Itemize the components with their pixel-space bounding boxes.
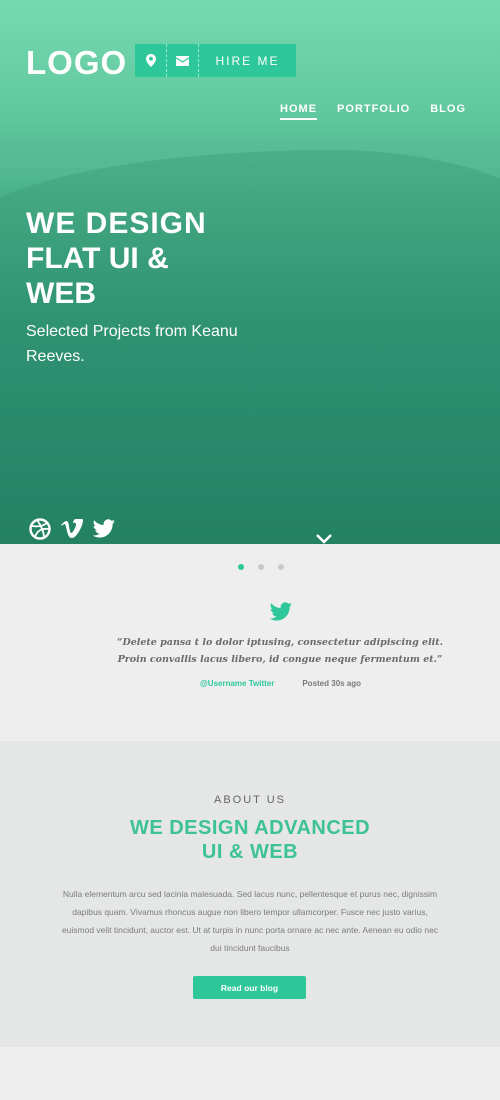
about-title: WE DESIGN ADVANCED UI & WEB bbox=[0, 816, 500, 864]
headline-ampersand: & bbox=[138, 242, 169, 275]
contact-bar: HIRE ME bbox=[135, 44, 296, 77]
nav-item-home[interactable]: HOME bbox=[280, 103, 318, 120]
dribbble-icon[interactable] bbox=[28, 517, 52, 541]
hero-subtitle: Selected Projects from Keanu Reeves. bbox=[26, 323, 238, 365]
about-body-text: Nulla elementum arcu sed lacinia malesua… bbox=[61, 889, 439, 953]
hire-me-button[interactable]: HIRE ME bbox=[199, 54, 296, 68]
headline-line-1: WE DESIGN bbox=[26, 207, 207, 240]
headline-line-2: FLAT UI & bbox=[26, 241, 207, 276]
testimonial-slider: “Delete pansa t lo dolor iptusing, conse… bbox=[0, 544, 500, 741]
email-icon[interactable] bbox=[167, 44, 199, 77]
testimonial-meta: @Username Twitter Posted 30s ago bbox=[200, 679, 361, 688]
headline-flat-ui: FLAT UI bbox=[26, 242, 139, 275]
testimonial-timestamp: Posted 30s ago bbox=[302, 679, 362, 688]
about-title-line-2: UI & WEB bbox=[201, 841, 299, 863]
about-title-line-1: WE DESIGN ADVANCED bbox=[129, 817, 371, 839]
vimeo-icon[interactable] bbox=[60, 517, 84, 541]
twitter-icon[interactable] bbox=[92, 517, 116, 541]
about-section: ABOUT US WE DESIGN ADVANCED UI & WEB Nul… bbox=[0, 741, 500, 1047]
slider-dot-2[interactable] bbox=[258, 564, 264, 570]
slider-dots bbox=[238, 564, 284, 570]
testimonial-username-link[interactable]: @Username Twitter bbox=[200, 679, 274, 688]
footer-strip bbox=[0, 1047, 500, 1100]
main-nav: HOME PORTFOLIO BLOG bbox=[280, 103, 466, 120]
twitter-bird-icon bbox=[269, 602, 293, 622]
slider-dot-3[interactable] bbox=[278, 564, 284, 570]
slider-dot-1[interactable] bbox=[238, 564, 244, 570]
testimonial-quote: “Delete pansa t lo dolor iptusing, conse… bbox=[117, 637, 443, 665]
chevron-down-icon[interactable] bbox=[316, 532, 332, 544]
hero-headline: WE DESIGN FLAT UI & WEB bbox=[26, 206, 207, 311]
read-blog-button[interactable]: Read our blog bbox=[193, 976, 306, 999]
nav-item-portfolio[interactable]: PORTFOLIO bbox=[337, 103, 410, 120]
social-links bbox=[28, 517, 116, 541]
location-icon[interactable] bbox=[135, 44, 167, 77]
nav-item-blog[interactable]: BLOG bbox=[430, 103, 466, 120]
about-eyebrow: ABOUT US bbox=[213, 794, 287, 806]
hero-section: LOGO HIRE ME HOME PORTFOLIO BLOG WE DESI… bbox=[0, 0, 500, 544]
logo[interactable]: LOGO bbox=[26, 44, 127, 82]
headline-line-3: WEB bbox=[26, 277, 96, 310]
